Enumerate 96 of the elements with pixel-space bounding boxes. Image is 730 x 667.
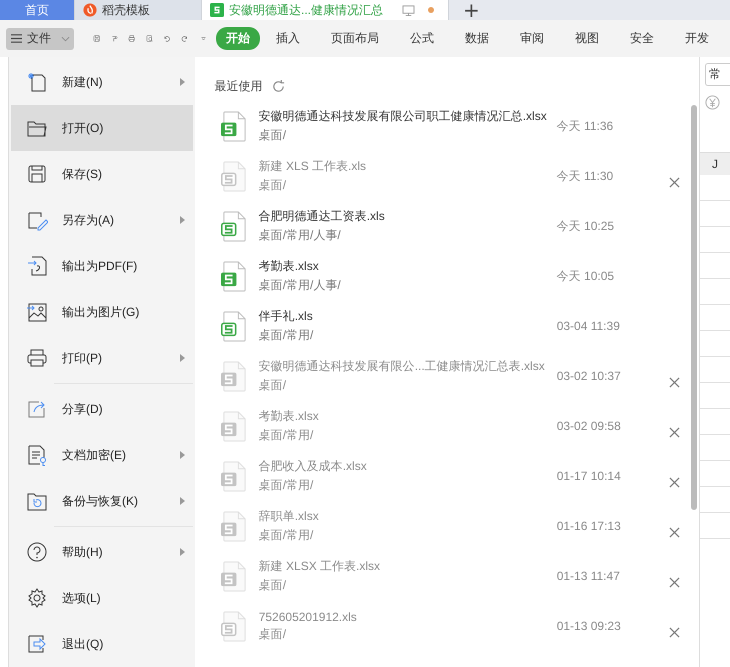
recent-file-item[interactable]: 合肥收入及成本.xlsx 桌面/常用/ 01-17 10:14 xyxy=(214,451,699,501)
file-path: 桌面/ xyxy=(258,577,288,594)
file-name: 新建 XLSX 工作表.xlsx xyxy=(258,558,382,575)
menu-item[interactable]: 文档加密(E) xyxy=(10,432,193,478)
menu-item[interactable]: 另存为(A) xyxy=(10,197,193,243)
file-time: 03-02 10:37 xyxy=(556,369,622,383)
ribbon-tab[interactable]: 数据 xyxy=(455,27,499,50)
file-name: 752605201912.xls xyxy=(258,610,358,624)
file-path: 桌面/常用/ xyxy=(258,527,314,544)
file-path: 桌面/常用/ xyxy=(258,327,314,344)
column-header[interactable]: J xyxy=(700,152,730,175)
recent-file-item[interactable]: 安徽明德通达科技发展有限公司职工健康情况汇总.xlsx 桌面/ 今天 11:36 xyxy=(214,101,699,151)
file-time: 01-13 11:47 xyxy=(556,569,621,583)
settings-icon xyxy=(26,587,48,609)
recent-file-item[interactable]: 辞职单.xlsx 桌面/常用/ 01-16 17:13 xyxy=(214,501,699,551)
recent-file-item[interactable]: 新建 XLSX 工作表.xlsx 桌面/ 01-13 11:47 xyxy=(214,551,699,601)
file-time: 01-17 10:14 xyxy=(556,469,622,483)
close-icon[interactable] xyxy=(668,626,680,638)
close-icon[interactable] xyxy=(668,476,680,488)
file-name: 合肥收入及成本.xlsx xyxy=(258,458,368,475)
ribbon-tab[interactable]: 开发 xyxy=(675,27,719,50)
menu-item[interactable]: 打印(P) xyxy=(10,335,193,381)
menu-item[interactable]: 帮助(H) xyxy=(10,529,193,575)
number-format-dropdown[interactable]: 常 xyxy=(704,63,730,86)
ribbon-tab[interactable]: 页面布局 xyxy=(321,27,389,50)
recent-file-item[interactable]: 新建 XLS 工作表.xls 桌面/ 今天 11:30 xyxy=(214,151,699,201)
new-file-icon xyxy=(26,71,48,93)
recent-file-item[interactable]: 安徽明德通达科技发展有限公...工健康情况汇总表.xlsx 桌面/ 03-02 10:37 xyxy=(214,351,699,401)
file-time: 今天 10:25 xyxy=(556,218,616,234)
scrollbar-thumb[interactable] xyxy=(690,105,697,510)
file-name: 考勤表.xlsx xyxy=(258,258,320,275)
encrypt-document-icon xyxy=(26,444,48,466)
recent-file-item[interactable]: 伴手礼.xls 桌面/常用/ 03-04 11:39 xyxy=(214,301,699,351)
file-path: 桌面/ xyxy=(258,127,288,144)
menu-item[interactable]: 保存(S) xyxy=(10,151,193,197)
exit-icon xyxy=(26,633,48,655)
ribbon-tab[interactable]: 公式 xyxy=(400,27,444,50)
flame-icon xyxy=(83,3,97,17)
recent-file-item[interactable]: 考勤表.xlsx 桌面/常用/人事/ 今天 10:05 xyxy=(214,251,699,301)
close-icon[interactable] xyxy=(668,176,680,188)
file-name: 安徽明德通达科技发展有限公...工健康情况汇总表.xlsx xyxy=(258,358,546,375)
menu-item[interactable]: 退出(Q) xyxy=(10,621,193,667)
file-path: 桌面/常用/人事/ xyxy=(258,277,342,294)
file-path: 桌面/ xyxy=(258,377,288,394)
file-name: 辞职单.xlsx xyxy=(258,508,320,525)
export-pdf-icon xyxy=(26,255,48,277)
recent-file-item[interactable]: 考勤表.xlsx 桌面/常用/ 03-02 09:58 xyxy=(214,401,699,451)
recent-file-item[interactable]: 752605201912.xls 桌面/ 01-13 09:23 xyxy=(214,601,699,651)
file-name: 新建 XLS 工作表.xls xyxy=(258,158,368,175)
print-icon xyxy=(26,347,48,369)
menu-item[interactable]: 新建(N) xyxy=(10,59,193,105)
file-menu-button[interactable]: 文件 xyxy=(6,28,74,50)
file-time: 01-16 17:13 xyxy=(556,519,622,533)
file-name: 安徽明德通达科技发展有限公司职工健康情况汇总.xlsx xyxy=(258,108,548,125)
close-icon[interactable] xyxy=(668,376,680,388)
file-time: 01-13 09:23 xyxy=(556,619,622,633)
ribbon-tab[interactable]: 安全 xyxy=(620,27,664,50)
file-path: 桌面/ xyxy=(258,177,288,194)
recent-file-item[interactable]: 合肥明德通达工资表.xls 桌面/常用/人事/ 今天 10:25 xyxy=(214,201,699,251)
file-name: 合肥明德通达工资表.xls xyxy=(258,208,386,225)
monitor-icon[interactable] xyxy=(402,4,416,16)
ribbon-tab[interactable]: 审阅 xyxy=(510,27,554,50)
section-title: 最近使用 xyxy=(214,78,263,94)
refresh-icon[interactable] xyxy=(270,78,286,94)
close-icon[interactable] xyxy=(668,526,680,538)
menu-icon xyxy=(10,33,23,44)
file-time: 今天 10:05 xyxy=(556,268,616,284)
spreadsheet-icon xyxy=(210,3,224,17)
file-name: 考勤表.xlsx xyxy=(258,408,320,425)
menu-item[interactable]: 分享(D) xyxy=(10,386,193,432)
menu-item[interactable]: 输出为图片(G) xyxy=(10,289,193,335)
file-name: 伴手礼.xls xyxy=(258,308,314,325)
ribbon-tab[interactable]: 视图 xyxy=(565,27,609,50)
menu-item[interactable]: 输出为PDF(F) xyxy=(10,243,193,289)
close-icon[interactable] xyxy=(668,576,680,588)
file-path: 桌面/ xyxy=(258,626,288,642)
ribbon-tab[interactable]: 插入 xyxy=(266,27,310,50)
file-path: 桌面/常用/人事/ xyxy=(258,227,342,244)
close-icon[interactable] xyxy=(668,426,680,438)
caret-icon xyxy=(61,36,70,42)
dropdown-icon[interactable] xyxy=(201,34,206,42)
new-tab-button[interactable]: + xyxy=(449,0,494,20)
menu-item[interactable]: 备份与恢复(K) xyxy=(10,478,193,524)
export-image-icon xyxy=(26,301,48,323)
file-time: 今天 11:30 xyxy=(556,168,614,184)
menu-item[interactable]: 打开(O) xyxy=(10,105,193,151)
save-icon xyxy=(26,163,48,185)
file-time: 今天 11:36 xyxy=(556,118,614,134)
document-tab[interactable]: 稻壳模板 xyxy=(75,0,202,20)
file-path: 桌面/常用/ xyxy=(258,477,314,494)
currency-icon[interactable] xyxy=(704,95,720,110)
menu-item[interactable]: 选项(L) xyxy=(10,575,193,621)
file-time: 03-02 09:58 xyxy=(556,419,622,433)
help-icon xyxy=(26,541,48,563)
file-time: 03-04 11:39 xyxy=(556,319,621,333)
file-path: 桌面/常用/ xyxy=(258,427,314,444)
